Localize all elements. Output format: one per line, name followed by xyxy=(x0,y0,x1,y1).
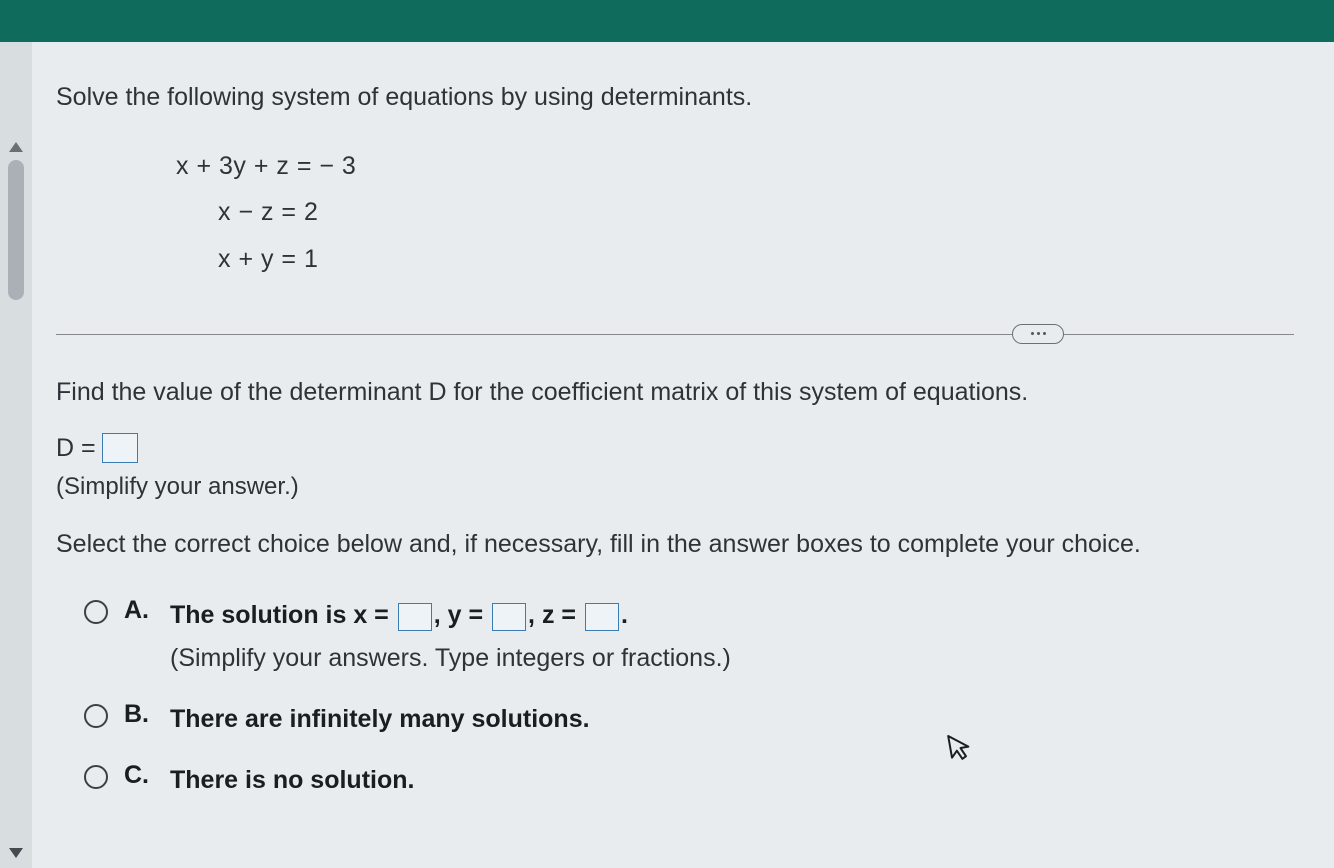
section-divider xyxy=(56,324,1294,344)
choice-a-sub: (Simplify your answers. Type integers or… xyxy=(170,639,731,678)
z-input[interactable] xyxy=(585,603,619,631)
radio-choice-b[interactable] xyxy=(84,704,108,728)
choice-c-text: There is no solution. xyxy=(170,761,414,800)
choice-list: A. The solution is x = , y = , z = . (Si… xyxy=(84,596,1294,799)
choice-a-label: A. xyxy=(124,596,154,625)
x-input[interactable] xyxy=(398,603,432,631)
determinant-prompt: Find the value of the determinant D for … xyxy=(56,374,1294,412)
radio-choice-a[interactable] xyxy=(84,600,108,624)
choice-a-zsep: , z = xyxy=(528,601,576,629)
choice-a-prefix: The solution is x = xyxy=(170,601,389,629)
top-bar xyxy=(0,0,1334,42)
equation-1: x + 3y + z = − 3 xyxy=(176,143,1294,189)
scroll-down-icon[interactable] xyxy=(9,848,23,858)
choice-a-text: The solution is x = , y = , z = . (Simpl… xyxy=(170,596,731,678)
choice-a-ysep: , y = xyxy=(434,601,483,629)
divider-line xyxy=(56,334,1294,335)
multiple-choice-prompt: Select the correct choice below and, if … xyxy=(56,527,1294,562)
equation-3: x + y = 1 xyxy=(218,236,1294,282)
determinant-input[interactable] xyxy=(102,433,138,463)
choice-a-row: A. The solution is x = , y = , z = . (Si… xyxy=(84,596,1294,678)
equation-system: x + 3y + z = − 3 x − z = 2 x + y = 1 xyxy=(176,143,1294,282)
d-label: D = xyxy=(56,434,96,463)
simplify-hint: (Simplify your answer.) xyxy=(56,473,1294,501)
equation-2: x − z = 2 xyxy=(218,189,1294,235)
radio-choice-c[interactable] xyxy=(84,765,108,789)
choice-c-label: C. xyxy=(124,761,154,790)
choice-b-row: B. There are infinitely many solutions. xyxy=(84,700,1294,739)
scroll-up-icon[interactable] xyxy=(9,142,23,152)
choice-b-text: There are infinitely many solutions. xyxy=(170,700,590,739)
y-input[interactable] xyxy=(492,603,526,631)
choice-b-label: B. xyxy=(124,700,154,729)
question-instruction: Solve the following system of equations … xyxy=(56,80,1294,115)
choice-a-period: . xyxy=(621,601,628,629)
question-panel: Solve the following system of equations … xyxy=(32,42,1334,868)
more-options-button[interactable] xyxy=(1012,324,1064,344)
choice-c-row: C. There is no solution. xyxy=(84,761,1294,800)
scrollbar-thumb[interactable] xyxy=(8,160,24,300)
determinant-input-row: D = xyxy=(56,433,1294,463)
